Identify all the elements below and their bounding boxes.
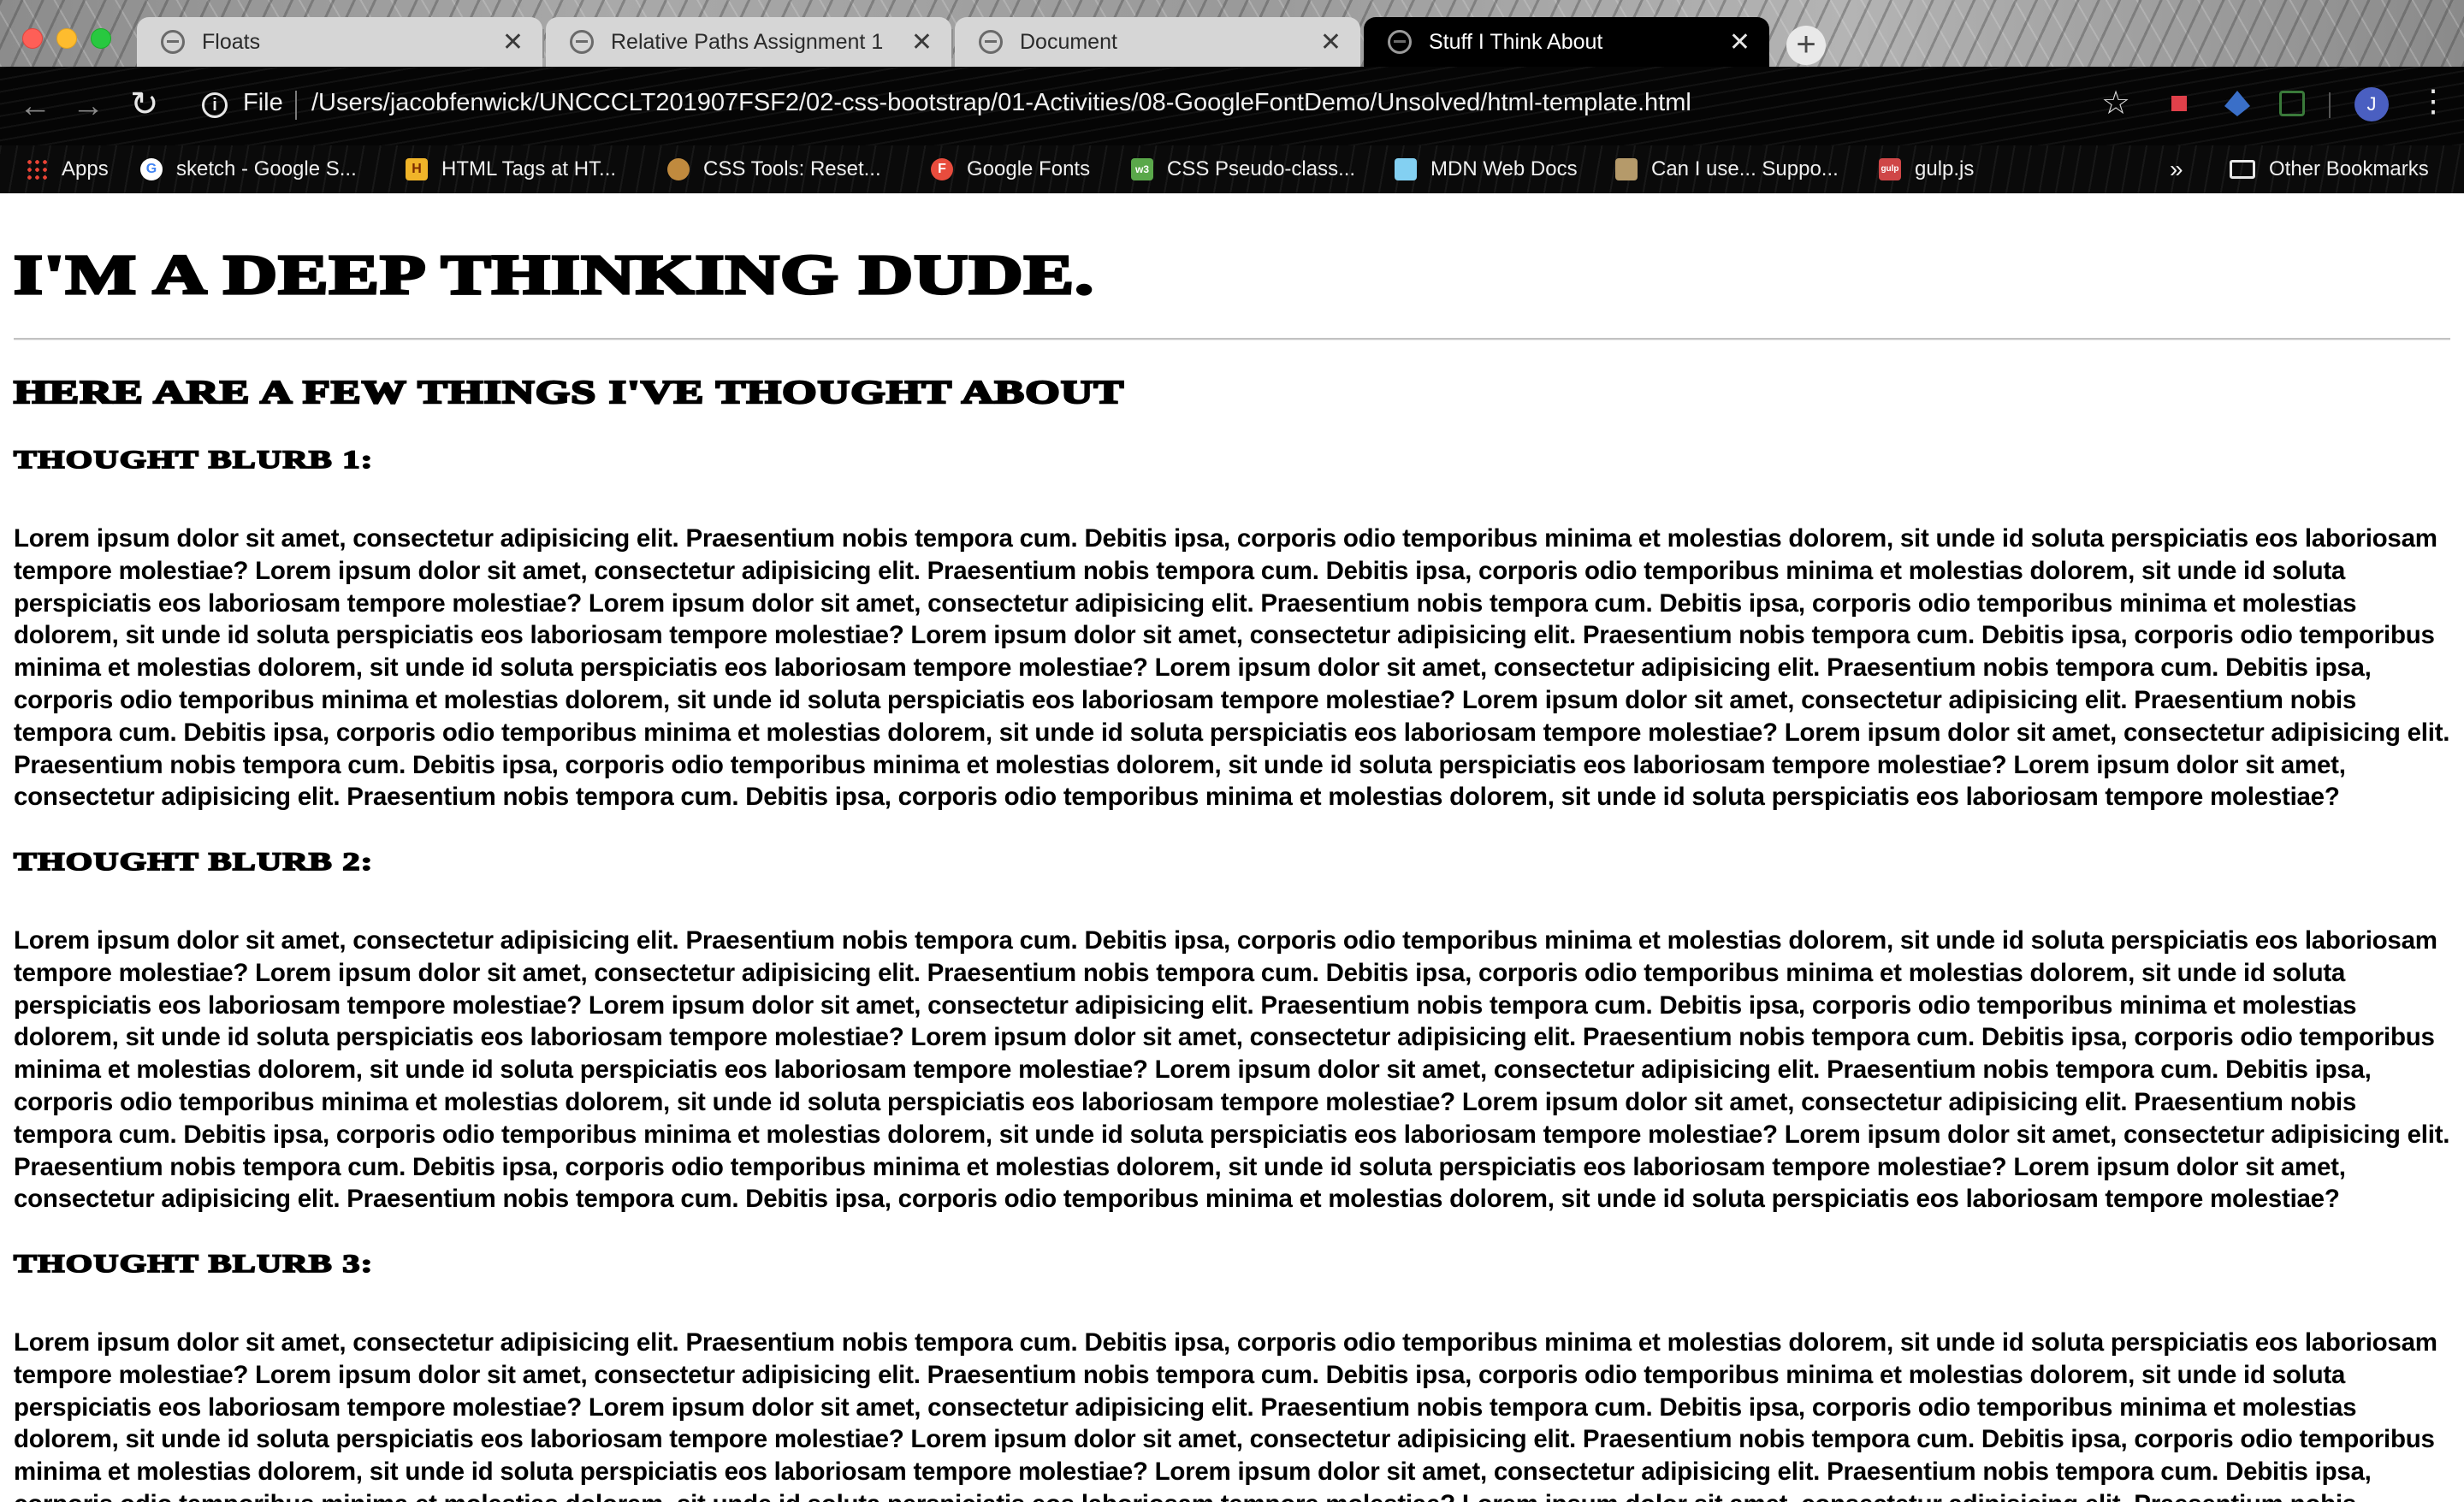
bookmark-html-tags[interactable]: H HTML Tags at HT... [406, 156, 616, 183]
tab-close-icon[interactable]: ✕ [1320, 27, 1342, 57]
globe-icon [161, 30, 185, 54]
site-info-icon[interactable]: i [202, 92, 228, 118]
window-minimize-button[interactable] [56, 28, 77, 49]
bookmark-label: HTML Tags at HT... [441, 157, 617, 180]
address-bar-url[interactable]: /Users/jacobfenwick/UNCCCLT201907FSF2/02… [311, 89, 1691, 117]
tab-title: Stuff I Think About [1429, 29, 1603, 54]
page-subtitle: Here are a few things I've thought about [12, 374, 1125, 411]
bookmark-label: CSS Pseudo-class... [1167, 157, 1356, 180]
blurb-1-text: Lorem ipsum dolor sit amet, consectetur … [14, 524, 2450, 812]
tab-relative-paths[interactable]: Relative Paths Assignment 1 ✕ [546, 17, 951, 67]
window-zoom-button[interactable] [91, 28, 111, 49]
bookmark-label: Apps [62, 157, 109, 180]
reload-icon[interactable]: ↻ [130, 84, 159, 125]
horizontal-rule [14, 338, 2450, 340]
tab-separator [951, 29, 953, 58]
blurb-3-title: Thought Blurb 3: [13, 1249, 374, 1279]
tab-document[interactable]: Document ✕ [955, 17, 1360, 67]
blurb-3-text: Lorem ipsum dolor sit amet, consectetur … [14, 1328, 2437, 1502]
bookmark-google-fonts[interactable]: F Google Fonts [931, 156, 1090, 183]
bookmark-label: Can I use... Suppo... [1651, 157, 1839, 180]
gulp-icon: gulp [1879, 158, 1901, 180]
tab-separator [542, 29, 544, 58]
google-icon: G [140, 158, 163, 180]
bookmark-label: sketch - Google S... [176, 157, 357, 180]
page-title: I'm a deep thinking dude. [12, 242, 1095, 307]
bookmark-css-tools[interactable]: CSS Tools: Reset... [667, 156, 881, 183]
bookmark-apps[interactable]: Apps [26, 156, 109, 183]
bookmark-label: MDN Web Docs [1430, 157, 1578, 180]
more-menu-icon[interactable]: ⋮ [2418, 84, 2449, 118]
bookmarks-overflow-icon[interactable]: » [2170, 156, 2183, 183]
forward-arrow-icon[interactable]: → [72, 86, 104, 127]
folder-icon [2230, 160, 2255, 179]
apps-grid-icon [26, 158, 48, 180]
profile-avatar[interactable]: J [2354, 87, 2389, 121]
globe-icon [570, 30, 594, 54]
bookmark-gulp[interactable]: gulp gulp.js [1879, 156, 1974, 183]
tab-title: Relative Paths Assignment 1 [611, 29, 884, 54]
tab-strip: Floats ✕ Relative Paths Assignment 1 ✕ D… [0, 0, 2464, 67]
tab-close-icon[interactable]: ✕ [502, 27, 524, 57]
mdn-icon [1395, 158, 1417, 180]
caniuse-icon [1615, 158, 1638, 180]
html-tags-icon: H [406, 158, 428, 180]
back-arrow-icon[interactable]: ← [19, 86, 51, 127]
tab-floats[interactable]: Floats ✕ [137, 17, 542, 67]
blurb-2-text: Lorem ipsum dolor sit amet, consectetur … [14, 926, 2450, 1214]
other-bookmarks[interactable]: Other Bookmarks [2230, 156, 2429, 183]
toolbar-separator [2329, 92, 2331, 118]
window-close-button[interactable] [22, 28, 43, 49]
bookmarks-bar: Apps G sketch - Google S... H HTML Tags … [0, 145, 2464, 193]
blurb-2-title: Thought Blurb 2: [13, 847, 374, 877]
bookmark-label: gulp.js [1915, 157, 1975, 180]
bookmark-label: CSS Tools: Reset... [703, 157, 881, 180]
bookmark-star-icon[interactable]: ☆ [2101, 84, 2130, 122]
address-separator [295, 91, 297, 120]
globe-icon [979, 30, 1003, 54]
blurb-1-title: Thought Blurb 1: [13, 445, 374, 475]
new-tab-button[interactable]: + [1786, 26, 1826, 65]
page-content: I'm a deep thinking dude. Here are a few… [0, 193, 2464, 1502]
bookmark-sketch[interactable]: G sketch - Google S... [140, 156, 357, 183]
tab-stuff-i-think-about[interactable]: Stuff I Think About ✕ [1364, 17, 1769, 67]
globe-icon [1388, 30, 1412, 54]
bookmark-mdn[interactable]: MDN Web Docs [1395, 156, 1578, 183]
tab-title: Floats [202, 29, 261, 54]
google-fonts-icon: F [931, 158, 953, 180]
address-scheme-label: File [243, 89, 283, 116]
bookmark-caniuse[interactable]: Can I use... Suppo... [1615, 156, 1839, 183]
extension-green-icon[interactable] [2279, 91, 2305, 116]
tab-close-icon[interactable]: ✕ [911, 27, 933, 57]
bookmark-label: Google Fonts [967, 157, 1091, 180]
css-pseudo-icon: w3 [1131, 158, 1153, 180]
css-tools-icon [667, 158, 690, 180]
bookmark-css-pseudo[interactable]: w3 CSS Pseudo-class... [1131, 156, 1355, 183]
other-bookmarks-label: Other Bookmarks [2269, 157, 2429, 180]
tab-close-icon[interactable]: ✕ [1729, 27, 1750, 57]
tab-title: Document [1020, 29, 1117, 54]
